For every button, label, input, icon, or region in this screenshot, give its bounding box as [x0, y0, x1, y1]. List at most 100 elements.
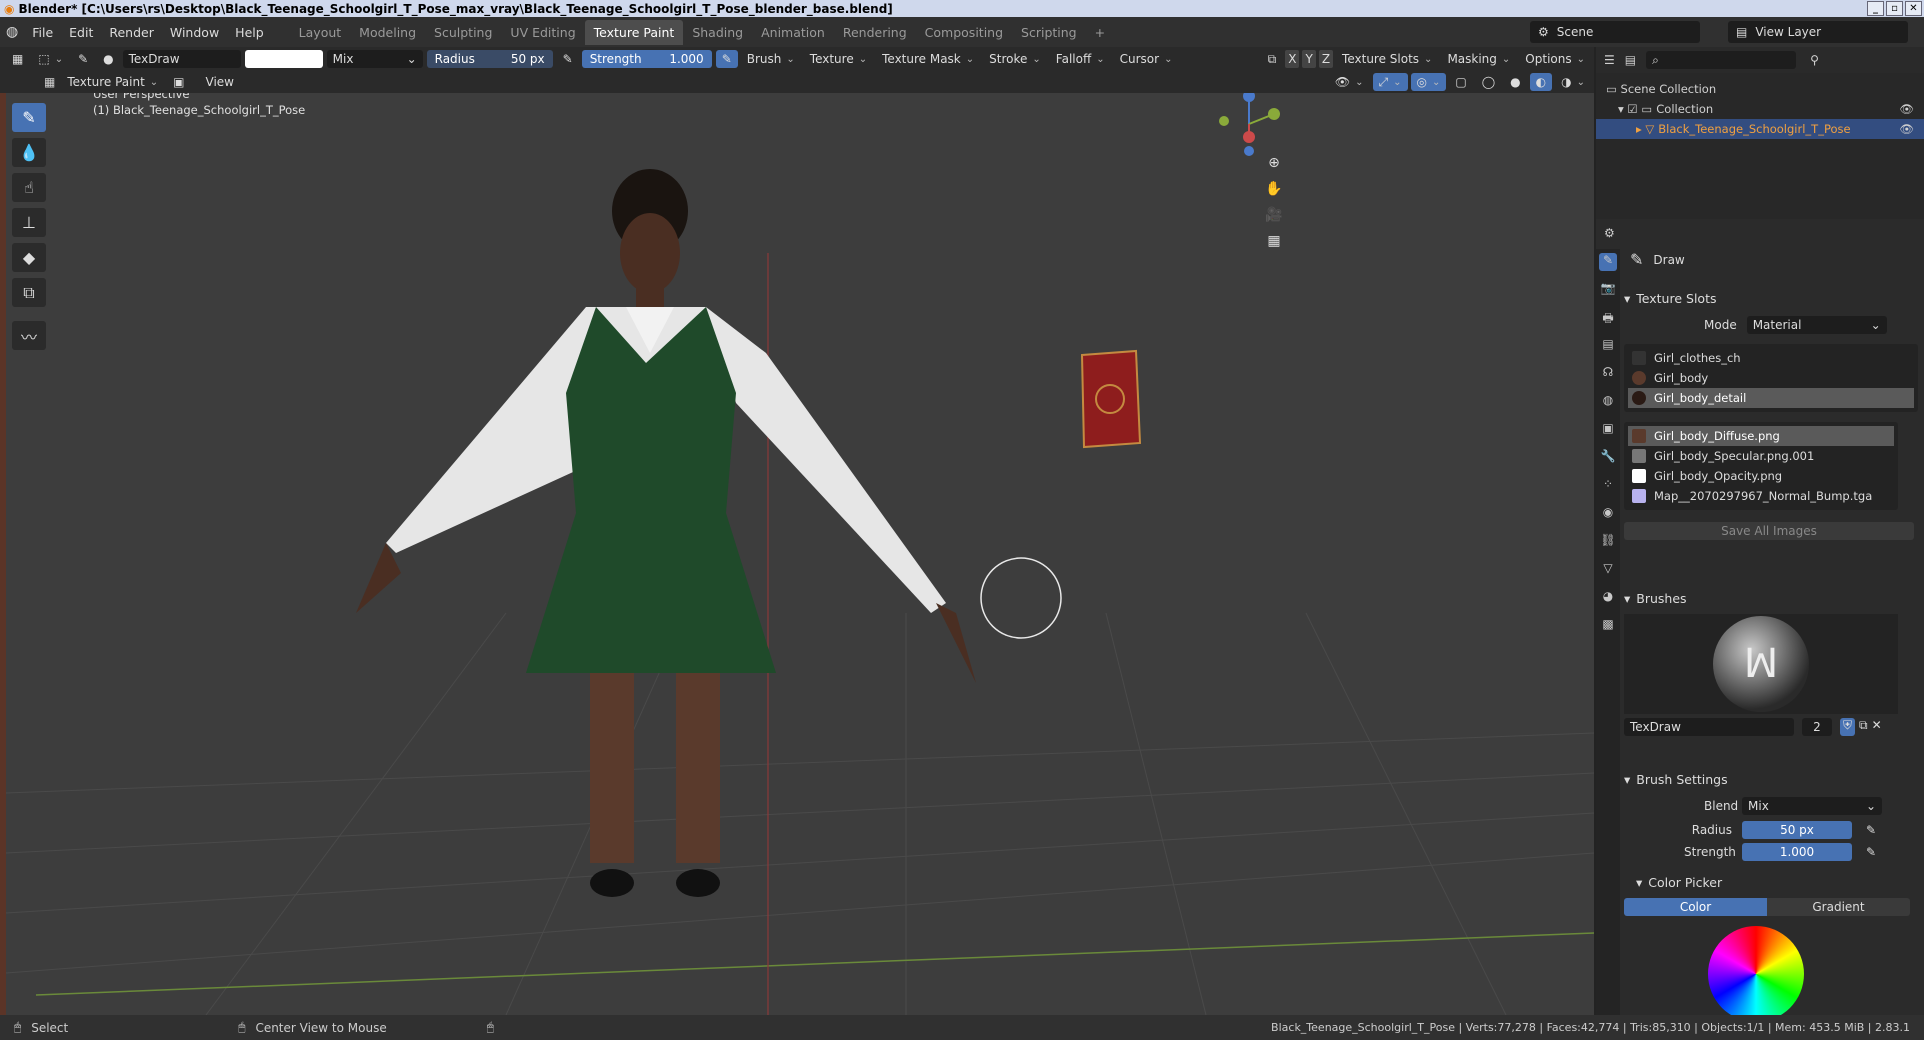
display-mode-icon[interactable]: ▤ — [1625, 53, 1636, 67]
material-shading-icon[interactable]: ◐ — [1529, 73, 1553, 91]
strength-pressure-icon[interactable]: ✎ — [715, 50, 738, 68]
soften-tool-button[interactable]: 💧 — [12, 138, 46, 167]
outliner-search-input[interactable]: ⌕ — [1646, 51, 1797, 69]
unlink-icon[interactable]: ✕ — [1872, 718, 1882, 736]
menu-stroke[interactable]: Stroke — [983, 50, 1047, 68]
zoom-icon[interactable]: ⊕ — [1262, 151, 1286, 175]
tab-modeling[interactable]: Modeling — [350, 20, 425, 45]
scene-selector[interactable]: ⚙ Scene — [1530, 21, 1700, 43]
pressure-icon[interactable]: ✎ — [1866, 823, 1876, 837]
object-visibility-eye-icon[interactable]: 👁 — [1899, 119, 1914, 139]
list-item[interactable]: Girl_body_Diffuse.png — [1628, 426, 1894, 446]
menu-help[interactable]: Help — [227, 25, 272, 40]
menu-brush[interactable]: Brush — [741, 50, 801, 68]
object-row[interactable]: ▸ ▽ Black_Teenage_Schoolgirl_T_Pose 👁 — [1596, 119, 1924, 139]
radius-pressure-icon[interactable]: ✎ — [557, 50, 579, 68]
view-layer-tab-icon[interactable]: ▤ — [1599, 337, 1617, 355]
menu-texture-slots[interactable]: Texture Slots — [1336, 50, 1438, 68]
object-tab-icon[interactable]: ▣ — [1599, 421, 1617, 439]
menu-window[interactable]: Window — [162, 25, 227, 40]
save-all-images-button[interactable]: Save All Images — [1624, 522, 1914, 540]
navigation-gizmo[interactable] — [1214, 93, 1284, 159]
list-item[interactable]: Girl_body_detail — [1628, 388, 1914, 408]
add-workspace-icon[interactable]: + — [1086, 20, 1114, 45]
fake-user-icon[interactable]: ⛨ — [1840, 718, 1856, 736]
world-tab-icon[interactable]: ◍ — [1599, 393, 1617, 411]
brush-name-field[interactable]: TexDraw — [122, 50, 241, 68]
tab-compositing[interactable]: Compositing — [916, 20, 1012, 45]
smear-tool-button[interactable]: ☝ — [12, 173, 46, 202]
menu-view[interactable]: View — [200, 73, 240, 91]
menu-cursor[interactable]: Cursor — [1114, 50, 1179, 68]
render-tab-icon[interactable]: 📷 — [1599, 281, 1617, 299]
scene-tab-icon[interactable]: ☊ — [1599, 365, 1617, 383]
camera-icon[interactable]: 🎥 — [1262, 203, 1286, 227]
brush-settings-header[interactable]: ▾ Brush Settings — [1624, 772, 1918, 787]
output-tab-icon[interactable]: 🖶 — [1599, 309, 1617, 327]
list-item[interactable]: Girl_body_Opacity.png — [1628, 466, 1894, 486]
gizmo-toggle-icon[interactable]: ⤢ — [1372, 73, 1408, 91]
brushes-header[interactable]: ▾ Brushes — [1624, 591, 1918, 606]
mask-tool-button[interactable]: ⧉ — [12, 278, 46, 307]
collection-row[interactable]: ▾ ☑ ▭ Collection 👁 — [1596, 99, 1924, 119]
tab-layout[interactable]: Layout — [290, 20, 351, 45]
blender-menu-icon[interactable]: ◍ — [6, 24, 18, 40]
color-tab[interactable]: Color — [1624, 898, 1767, 916]
constraints-tab-icon[interactable]: ⛓ — [1599, 533, 1617, 551]
menu-masking[interactable]: Masking — [1441, 50, 1516, 68]
texture-tab-icon[interactable]: ▩ — [1599, 617, 1617, 635]
axis-x-toggle[interactable]: X — [1285, 50, 1300, 68]
tab-shading[interactable]: Shading — [683, 20, 752, 45]
annotate-tool-button[interactable]: 〰 — [12, 321, 46, 350]
brush-tool-icon[interactable]: ✎ — [72, 50, 94, 68]
particles-tab-icon[interactable]: ⁘ — [1599, 477, 1617, 495]
filter-icon[interactable]: ⚲ — [1810, 53, 1819, 67]
pressure-icon[interactable]: ✎ — [1866, 845, 1876, 859]
radius-slider[interactable]: Radius 50 px — [426, 50, 553, 68]
properties-editor-icon[interactable]: ⚙ — [1604, 226, 1615, 240]
brush-name-field[interactable]: TexDraw — [1624, 718, 1794, 736]
tab-rendering[interactable]: Rendering — [834, 20, 916, 45]
strength-slider[interactable]: 1.000 — [1742, 843, 1852, 861]
fill-tool-button[interactable]: ◆ — [12, 243, 46, 272]
xray-toggle-icon[interactable]: ▢ — [1449, 73, 1472, 91]
pan-hand-icon[interactable]: ✋ — [1262, 177, 1286, 201]
tab-texture-paint[interactable]: Texture Paint — [584, 19, 684, 45]
maximize-button[interactable]: ▫ — [1886, 1, 1903, 16]
blend-dropdown[interactable]: Mix ⌄ — [1742, 797, 1882, 815]
tab-scripting[interactable]: Scripting — [1012, 20, 1086, 45]
axis-y-toggle[interactable]: Y — [1302, 50, 1316, 68]
axis-gizmo[interactable] — [1214, 93, 1284, 159]
scene-collection-row[interactable]: ▭ Scene Collection — [1596, 79, 1924, 99]
symmetry-icon[interactable]: ⧉ — [1262, 50, 1283, 68]
tab-uv-editing[interactable]: UV Editing — [501, 20, 584, 45]
mode-dropdown[interactable]: Texture Paint — [61, 73, 164, 91]
menu-options[interactable]: Options — [1519, 50, 1591, 68]
menu-render[interactable]: Render — [101, 25, 162, 40]
tab-sculpting[interactable]: Sculpting — [425, 20, 501, 45]
brush-preview[interactable]: ꟽ — [1624, 614, 1898, 714]
menu-texture-mask[interactable]: Texture Mask — [876, 50, 980, 68]
list-item[interactable]: Map__2070297967_Normal_Bump.tga — [1628, 486, 1894, 506]
gradient-tab[interactable]: Gradient — [1767, 898, 1910, 916]
clone-tool-button[interactable]: ⊥ — [12, 208, 46, 237]
blend-mode-dropdown[interactable]: Mix ⌄ — [326, 50, 423, 68]
brush-preview-icon[interactable]: ● — [97, 50, 119, 68]
rendered-shading-icon[interactable]: ◑ — [1555, 73, 1591, 91]
visibility-eye-icon[interactable]: 👁 — [1899, 99, 1914, 119]
strength-slider[interactable]: Strength 1.000 — [581, 50, 712, 68]
material-tab-icon[interactable]: ◕ — [1599, 589, 1617, 607]
view-object-types-icon[interactable]: 👁 — [1329, 73, 1370, 91]
axis-z-toggle[interactable]: Z — [1318, 50, 1334, 68]
menu-falloff[interactable]: Falloff — [1050, 50, 1111, 68]
wireframe-shading-icon[interactable]: ◯ — [1476, 73, 1501, 91]
minimize-button[interactable]: _ — [1867, 1, 1884, 16]
expand-arrow-icon[interactable]: ▾ ☑ ▭ — [1618, 99, 1652, 119]
outliner-editor-icon[interactable]: ☰ — [1604, 53, 1615, 67]
paint-mask-icon[interactable]: ▣ — [167, 73, 190, 91]
modifier-tab-icon[interactable]: 🔧 — [1599, 449, 1617, 467]
view-layer-selector[interactable]: ▤ View Layer — [1728, 21, 1908, 43]
character-model[interactable] — [356, 169, 976, 897]
overlays-toggle-icon[interactable]: ◎ — [1410, 73, 1447, 91]
list-item[interactable]: Girl_clothes_ch — [1628, 348, 1914, 368]
